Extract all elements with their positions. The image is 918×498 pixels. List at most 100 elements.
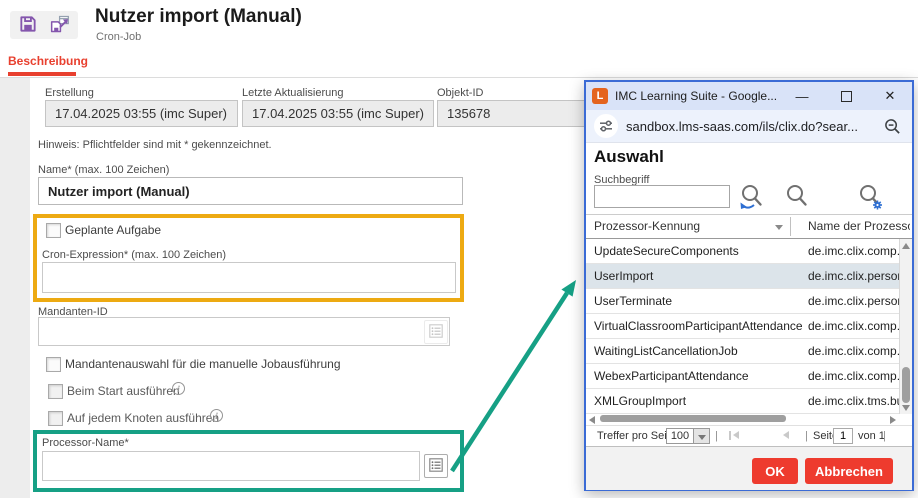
vertical-scrollbar-thumb[interactable] [902,367,910,403]
required-fields-hint: Hinweis: Pflichtfelder sind mit * gekenn… [38,139,272,151]
save-icon [18,14,38,37]
cron-expression-label: Cron-Expression* (max. 100 Zeichen) [42,249,226,261]
save-button[interactable] [16,13,40,37]
cell-kennung: WebexParticipantAttendance [594,364,806,388]
table-row-selected[interactable]: UserImport de.imc.clix.person [586,264,912,289]
table-row[interactable]: WaitingListCancellationJob de.imc.clix.c… [586,339,912,364]
cron-job-edit-page: Nutzer import (Manual) Cron-Job Beschrei… [0,0,918,498]
popup-titlebar: L IMC Learning Suite - Google... — ✕ [586,82,912,110]
ok-button[interactable]: OK [752,458,798,484]
mandanten-id-select-button [424,320,448,344]
close-button[interactable]: ✕ [868,82,912,110]
cell-klasse: de.imc.clix.tms.bu [808,389,903,413]
mandantenauswahl-checkbox[interactable] [46,357,61,372]
per-page-dropdown-button[interactable] [693,428,710,444]
info-icon [210,409,223,422]
selection-popup-window: L IMC Learning Suite - Google... — ✕ san… [584,80,914,491]
imc-favicon: L [592,88,608,104]
search-button[interactable] [785,183,809,214]
processor-name-label: Processor-Name* [42,437,129,449]
first-page-icon[interactable] [729,431,741,440]
scroll-up-icon[interactable] [902,243,910,249]
cell-klasse: de.imc.clix.person [808,264,903,288]
column-filter-dropdown-icon[interactable] [775,225,783,230]
objekt-id-field [437,100,587,127]
scroll-down-icon[interactable] [902,405,910,411]
advanced-search-button[interactable] [857,183,884,214]
search-icon [785,199,809,214]
tab-active-underline [8,72,76,76]
column-header-prozessorklasse[interactable]: Name der Prozessorklasse [808,215,910,238]
save-and-close-button[interactable] [48,13,72,37]
cell-klasse: de.imc.clix.comp. [808,314,903,338]
search-reset-icon [738,199,765,214]
table-row[interactable]: UserTerminate de.imc.clix.person [586,289,912,314]
mandanten-id-field[interactable] [38,317,450,346]
toolbar [10,11,78,39]
auf-jedem-knoten-checkbox [48,411,63,426]
table-row[interactable]: XMLGroupImport de.imc.clix.tms.bu [586,389,912,414]
table-row[interactable]: UpdateSecureComponents de.imc.clix.comp. [586,239,912,264]
popup-window-title: IMC Learning Suite - Google... [615,89,780,103]
minimize-button[interactable]: — [780,82,824,110]
cell-kennung: VirtualClassroomParticipantAttendance [594,314,806,338]
header-divider [0,77,918,78]
processor-name-field[interactable] [42,451,420,481]
erstellung-field [45,100,238,127]
cell-kennung: XMLGroupImport [594,389,806,413]
save-and-close-icon [49,14,71,37]
separator: | [883,430,886,442]
popup-body: Auswahl Suchbegriff [586,143,912,490]
site-settings-icon[interactable] [594,114,618,138]
page-subtitle: Cron-Job [96,31,141,43]
cell-kennung: UpdateSecureComponents [594,239,806,263]
table-header: Prozessor-Kennung Name der Prozessorklas… [586,214,912,239]
suchbegriff-input[interactable] [594,185,730,208]
previous-page-icon[interactable] [783,431,789,439]
erstellung-label: Erstellung [45,87,94,99]
geplante-aufgabe-checkbox[interactable] [46,223,61,238]
cell-kennung: UserTerminate [594,289,806,313]
list-select-icon [429,324,443,341]
vertical-scrollbar[interactable] [899,239,912,414]
table-rows: UpdateSecureComponents de.imc.clix.comp.… [586,239,912,414]
per-page-value: 100 [666,428,694,444]
maximize-button[interactable] [824,82,868,110]
scroll-right-icon[interactable] [890,416,896,424]
cell-klasse: de.imc.clix.comp. [808,339,903,363]
scroll-left-icon[interactable] [589,416,595,424]
cron-expression-field[interactable] [42,262,456,293]
processor-name-select-button[interactable] [424,454,448,478]
tab-beschreibung[interactable]: Beschreibung [8,54,88,68]
cell-kennung: UserImport [594,264,806,288]
letzte-aktualisierung-label: Letzte Aktualisierung [242,87,344,99]
page-title: Nutzer import (Manual) [95,6,302,28]
popup-urlbar: sandbox.lms-saas.com/ils/clix.do?sear... [586,110,912,143]
info-icon [172,382,185,395]
name-field[interactable] [38,177,463,205]
auf-jedem-knoten-label: Auf jedem Knoten ausführen [67,411,219,425]
url-text[interactable]: sandbox.lms-saas.com/ils/clix.do?sear... [626,119,880,134]
page-number-input[interactable] [833,428,853,444]
horizontal-scrollbar[interactable] [586,414,912,425]
separator: | [805,430,808,442]
cell-klasse: de.imc.clix.person [808,289,903,313]
maximize-icon [841,91,852,102]
cell-klasse: de.imc.clix.comp. [808,239,903,263]
column-divider [790,217,791,236]
cell-klasse: de.imc.clix.comp. [808,364,903,388]
horizontal-scrollbar-thumb[interactable] [600,415,786,422]
list-select-icon [429,458,443,475]
beim-start-label: Beim Start ausführen [67,384,180,398]
zoom-icon[interactable] [880,114,904,138]
search-reset-button[interactable] [738,183,765,214]
column-header-prozessor-kennung[interactable]: Prozessor-Kennung [594,215,700,238]
table-row[interactable]: VirtualClassroomParticipantAttendance de… [586,314,912,339]
advanced-search-icon [857,199,884,214]
letzte-aktualisierung-field [242,100,434,127]
popup-footer: OK Abbrechen [586,447,912,490]
table-row[interactable]: WebexParticipantAttendance de.imc.clix.c… [586,364,912,389]
page-of-label: von 1 [858,430,885,442]
cancel-button[interactable]: Abbrechen [805,458,893,484]
name-label: Name* (max. 100 Zeichen) [38,164,169,176]
